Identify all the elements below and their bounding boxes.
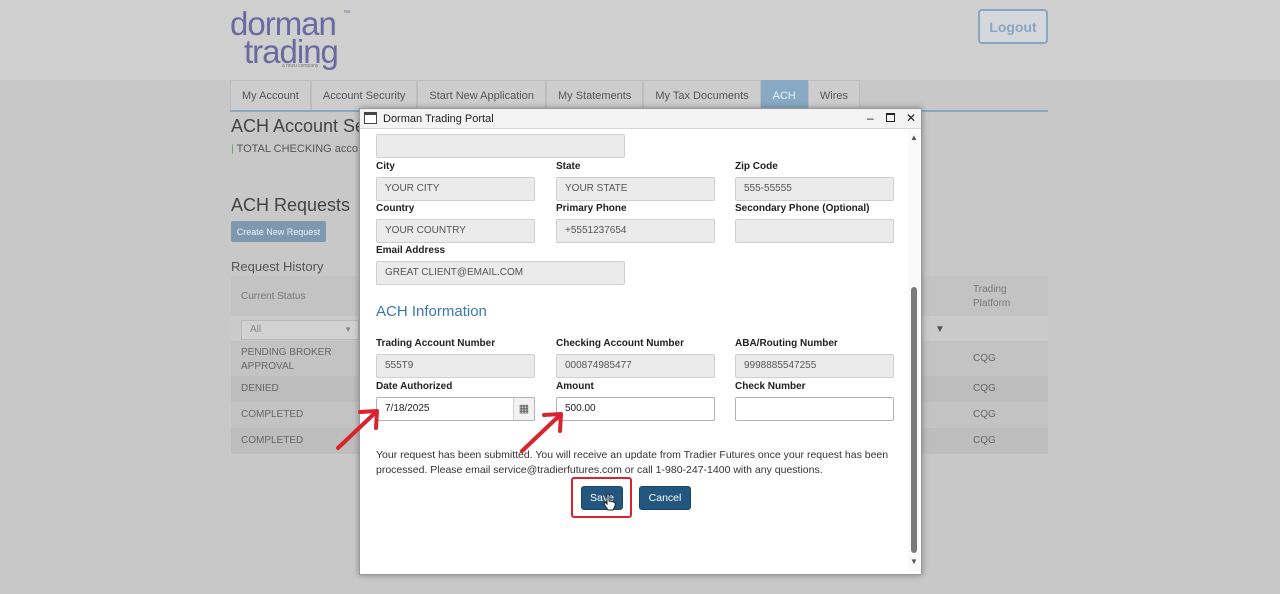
table-row[interactable]: DENIED [231, 376, 361, 402]
status-filter-value: All [250, 324, 262, 335]
routing-number-label: ABA/Routing Number [735, 338, 838, 349]
window-icon [364, 112, 377, 124]
amount-field[interactable]: 500.00 [556, 397, 715, 421]
table-cell-platform: CQG [973, 353, 996, 364]
primary-phone-field[interactable]: +5551237654 [556, 219, 715, 243]
request-history-title: Request History [231, 259, 324, 274]
primary-phone-label: Primary Phone [556, 203, 627, 214]
date-authorized-field[interactable]: 7/18/2025 ▦ [376, 397, 535, 421]
column-header-platform: Trading Platform [973, 284, 1011, 309]
city-field[interactable]: YOUR CITY [376, 177, 535, 201]
tab-my-tax-documents[interactable]: My Tax Documents [643, 80, 761, 111]
tab-account-security[interactable]: Account Security [310, 80, 418, 111]
status-filter-select[interactable]: All ▼ [241, 320, 359, 340]
checking-account-field[interactable]: 000874985477 [556, 354, 715, 378]
account-status: TOTAL CHECKING acco [232, 143, 358, 155]
check-number-field[interactable] [735, 397, 894, 421]
scroll-down-icon[interactable]: ▼ [910, 557, 918, 566]
address-field-partial[interactable] [376, 134, 625, 158]
window-title: Dorman Trading Portal [383, 113, 494, 125]
logo-tm: ™ [343, 10, 350, 17]
logo-tagline: a mizu company [282, 63, 319, 69]
table-cell-platform: CQG [920, 428, 1048, 454]
chevron-down-icon: ▼ [344, 325, 352, 334]
zip-label: Zip Code [735, 161, 778, 172]
cancel-button[interactable]: Cancel [639, 486, 691, 510]
scroll-thumb[interactable] [911, 287, 917, 553]
tab-ach[interactable]: ACH [760, 80, 808, 111]
secondary-phone-label: Secondary Phone (Optional) [735, 203, 870, 214]
zip-field[interactable]: 555-55555 [735, 177, 894, 201]
dorman-logo: dorman ™ trading a mizu company [230, 7, 360, 72]
maximize-icon[interactable] [886, 113, 895, 122]
table-cell-platform: CQG [920, 376, 1048, 402]
account-status-text: TOTAL CHECKING acco [236, 143, 358, 155]
trading-account-label: Trading Account Number [376, 338, 496, 349]
check-number-label: Check Number [735, 381, 806, 392]
scroll-up-icon[interactable]: ▲ [910, 133, 918, 142]
country-label: Country [376, 203, 415, 214]
checking-account-label: Checking Account Number [556, 338, 684, 349]
close-icon[interactable]: ✕ [906, 111, 916, 125]
country-field[interactable]: YOUR COUNTRY [376, 219, 535, 243]
state-label: State [556, 161, 581, 172]
logout-button[interactable]: Logout [978, 9, 1048, 44]
check-circle-icon [232, 144, 233, 154]
minimize-icon[interactable]: – [867, 111, 874, 125]
portal-modal-window: Dorman Trading Portal – ✕ City State Zip… [359, 108, 922, 575]
table-cell-platform: CQG [973, 409, 996, 420]
table-row[interactable]: PENDING BROKER APPROVAL [231, 346, 361, 374]
create-new-request-button[interactable]: Create New Request [231, 221, 326, 242]
tab-my-account[interactable]: My Account [230, 80, 311, 111]
red-arrow-amount [520, 412, 563, 453]
trading-account-field[interactable]: 555T9 [376, 354, 535, 378]
window-titlebar[interactable]: Dorman Trading Portal – ✕ [360, 109, 921, 129]
tab-wires[interactable]: Wires [807, 80, 860, 111]
date-authorized-value: 7/18/2025 [385, 403, 430, 414]
pointer-cursor-icon [603, 493, 617, 516]
main-tabs: My Account Account Security Start New Ap… [230, 80, 860, 111]
page-header: dorman ™ trading a mizu company Logout [0, 0, 1280, 80]
amount-label: Amount [556, 381, 594, 392]
date-authorized-label: Date Authorized [376, 381, 453, 392]
email-label: Email Address [376, 245, 446, 256]
filter-icon[interactable]: ▼ [935, 324, 945, 335]
tab-my-statements[interactable]: My Statements [545, 80, 644, 111]
red-arrow-date [336, 409, 379, 450]
column-header-status: Current Status [241, 291, 306, 302]
tab-start-new-application[interactable]: Start New Application [417, 80, 546, 111]
modal-scrollbar[interactable]: ▲ ▼ [908, 131, 920, 571]
ach-requests-title: ACH Requests [231, 195, 351, 215]
state-field[interactable]: YOUR STATE [556, 177, 715, 201]
page-title: ACH Account Se [231, 116, 359, 136]
email-field[interactable]: GREAT CLIENT@EMAIL.COM [376, 261, 625, 285]
secondary-phone-field[interactable] [735, 219, 894, 243]
city-label: City [376, 161, 395, 172]
request-history-table-right: Trading Platform ▼ CQG CQG CQG CQG [920, 276, 1048, 454]
submission-message: Your request has been submitted. You wil… [376, 449, 889, 476]
routing-number-field[interactable]: 9998885547255 [735, 354, 894, 378]
ach-information-heading: ACH Information [376, 303, 487, 320]
